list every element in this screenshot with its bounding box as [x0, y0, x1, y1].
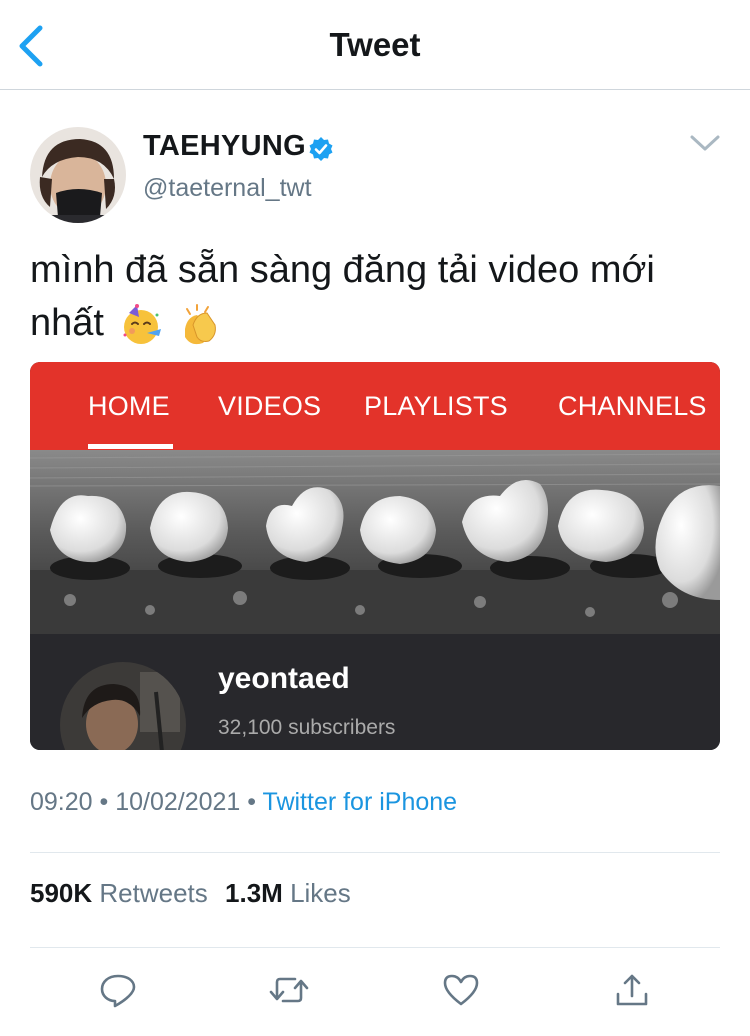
- reply-icon[interactable]: [98, 970, 138, 1010]
- page-title: Tweet: [329, 26, 421, 63]
- likes-count: 1.3M: [225, 878, 283, 908]
- author-name[interactable]: TAEHYUNG: [143, 130, 306, 163]
- share-icon[interactable]: [612, 970, 652, 1010]
- retweets-count: 590K: [30, 878, 93, 908]
- divider: [30, 947, 720, 948]
- tab-channels: CHANNELS: [558, 391, 707, 421]
- avatar-image: [30, 127, 126, 223]
- retweets-label: Retweets: [99, 878, 208, 908]
- channel-name: yeontaed: [218, 662, 350, 695]
- media-attachment[interactable]: HOME VIDEOS PLAYLISTS CHANNELS yeontaed …: [30, 362, 720, 750]
- author-handle[interactable]: @taeternal_twt: [143, 174, 312, 203]
- tweet-stats: 590K Retweets 1.3M Likes: [30, 878, 361, 909]
- tweet-date: 10/02/2021: [115, 788, 241, 816]
- youtube-tab-bar: HOME VIDEOS PLAYLISTS CHANNELS: [30, 362, 720, 450]
- retweet-icon[interactable]: [269, 970, 309, 1010]
- tab-videos: VIDEOS: [218, 391, 322, 421]
- clapping-hands-emoji-icon: [185, 303, 216, 345]
- likes-stat[interactable]: 1.3M Likes: [225, 878, 351, 908]
- meta-separator: •: [99, 788, 116, 816]
- retweets-stat[interactable]: 590K Retweets: [30, 878, 208, 908]
- meta-separator: •: [247, 788, 263, 816]
- like-icon[interactable]: [441, 970, 481, 1010]
- divider: [30, 852, 720, 853]
- channel-avatar-image: [60, 662, 186, 750]
- tab-home: HOME: [88, 391, 170, 421]
- tweet-source-link[interactable]: Twitter for iPhone: [263, 788, 458, 816]
- channel-info: yeontaed 32,100 subscribers: [30, 634, 720, 750]
- tab-playlists: PLAYLISTS: [364, 391, 508, 421]
- nav-bar: Tweet: [0, 0, 750, 90]
- channel-banner-image: [30, 450, 720, 634]
- partying-face-emoji-icon: [123, 303, 161, 344]
- active-tab-indicator: [88, 444, 173, 449]
- likes-label: Likes: [290, 878, 351, 908]
- verified-badge-icon: [309, 137, 333, 161]
- tweet-text: mình đã sẵn sàng đăng tải video mới nhất: [30, 244, 730, 350]
- subscriber-count: 32,100 subscribers: [218, 716, 396, 739]
- tweet-metadata: 09:20 • 10/02/2021 • Twitter for iPhone: [30, 788, 457, 817]
- channel-avatar: [60, 662, 186, 750]
- tweet-time: 09:20: [30, 788, 93, 816]
- chevron-down-icon[interactable]: [688, 128, 722, 158]
- author-avatar[interactable]: [30, 127, 126, 223]
